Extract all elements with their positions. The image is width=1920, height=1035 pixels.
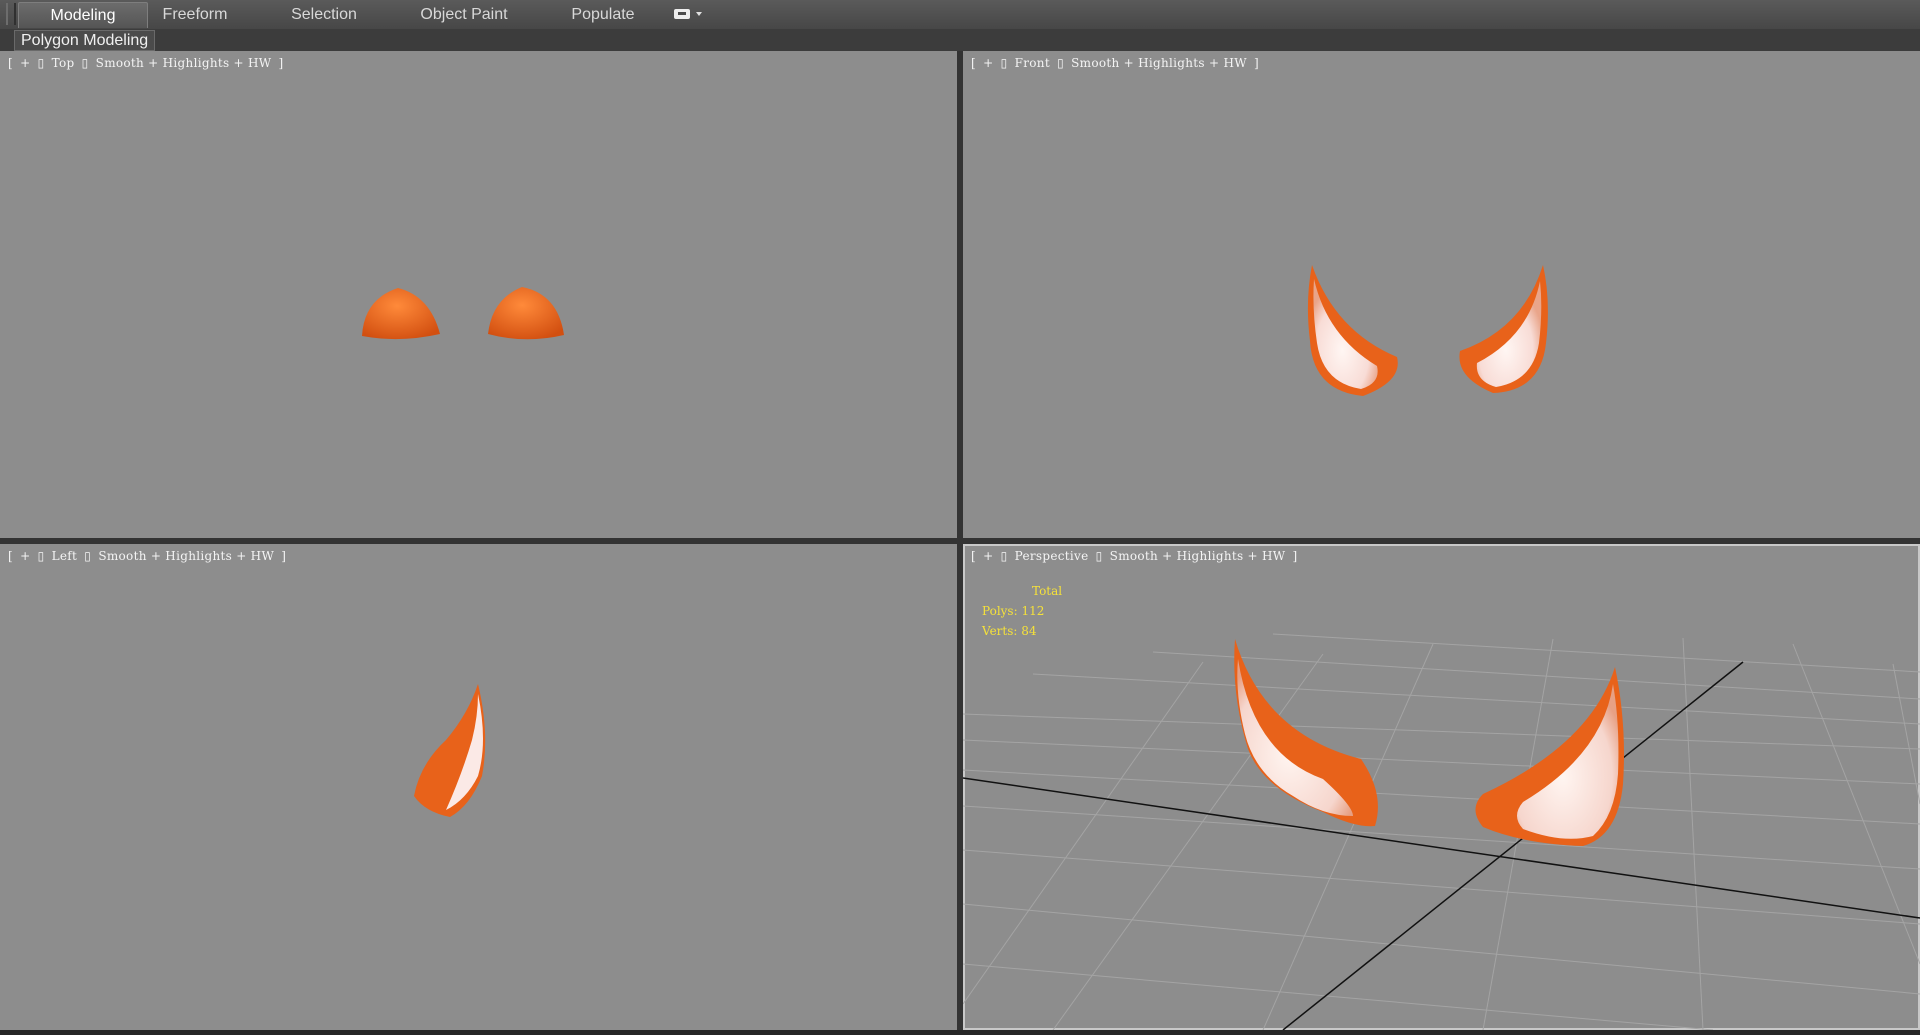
viewport-perspective[interactable]: [ + ▯ Perspective ▯ Smooth + Highlights … — [963, 544, 1920, 1030]
left-view-scene — [414, 684, 486, 817]
grid-axis-y — [1282, 661, 1744, 1030]
tab-object-paint[interactable]: Object Paint — [408, 2, 520, 27]
front-view-scene — [1307, 265, 1548, 396]
viewport-left[interactable]: [ + ▯ Left ▯ Smooth + Highlights + HW ] — [0, 544, 957, 1030]
chevron-down-icon — [696, 12, 702, 16]
tab-freeform[interactable]: Freeform — [148, 2, 242, 27]
ribbon-options-button[interactable] — [672, 4, 706, 24]
home-grid — [963, 633, 1920, 1030]
tab-modeling[interactable]: Modeling — [18, 2, 148, 28]
viewport-top[interactable]: [ + ▯ Top ▯ Smooth + Highlights + HW ] — [0, 51, 957, 538]
ribbon-panel-row: Polygon Modeling — [0, 29, 1920, 52]
ribbon-grip-handle[interactable] — [6, 3, 16, 25]
top-view-scene — [362, 287, 564, 340]
ear-left-top[interactable] — [362, 288, 440, 340]
tab-populate[interactable]: Populate — [556, 2, 650, 27]
ear-right-top[interactable] — [488, 287, 564, 340]
ribbon-tab-bar: Modeling Freeform Selection Object Paint… — [0, 0, 1920, 30]
polygon-modeling-panel[interactable]: Polygon Modeling — [14, 30, 156, 51]
3dsmax-window: Modeling Freeform Selection Object Paint… — [0, 0, 1920, 1035]
grid-axis-x — [963, 777, 1920, 919]
perspective-view-scene — [963, 633, 1920, 1030]
tab-selection[interactable]: Selection — [278, 2, 370, 27]
status-strip — [0, 1030, 1920, 1035]
viewport-front[interactable]: [ + ▯ Front ▯ Smooth + Highlights + HW ] — [963, 51, 1920, 538]
viewport-layout: [ + ▯ Top ▯ Smooth + Highlights + HW ] [… — [0, 51, 1920, 1035]
ribbon-options-icon — [674, 9, 690, 19]
